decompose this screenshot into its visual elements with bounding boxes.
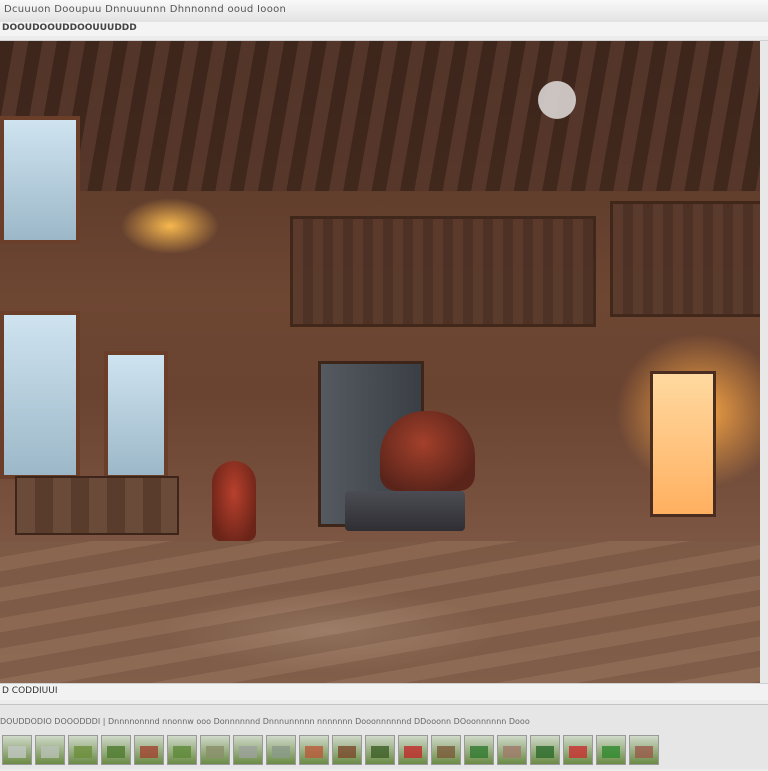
image-thumbnail[interactable] <box>464 735 494 765</box>
image-thumbnail[interactable] <box>200 735 230 765</box>
carved-wall-panel <box>290 216 596 327</box>
image-thumbnail[interactable] <box>2 735 32 765</box>
filmstrip: DOUDDODIO DOOODDDI | Dnnnnonnnd nnonnw o… <box>0 704 768 769</box>
red-figure <box>212 461 256 541</box>
ceiling-region <box>0 41 760 191</box>
image-thumbnail[interactable] <box>332 735 362 765</box>
image-thumbnail[interactable] <box>629 735 659 765</box>
title-bar: Dcuuuon Dooupuu Dnnuuunnn Dhnnonnd ooud … <box>0 0 768 23</box>
thumbnail-row <box>0 735 659 771</box>
image-thumbnail[interactable] <box>365 735 395 765</box>
path-label[interactable]: DOOUDOOUDDOOUUUDDD <box>2 23 137 33</box>
image-thumbnail[interactable] <box>266 735 296 765</box>
lower-window <box>0 311 80 479</box>
floor-region <box>0 541 760 683</box>
toolbar: DOOUDOOUDDOOUUUDDD <box>0 22 768 36</box>
filmstrip-caption: DOUDDODIO DOOODDDI | Dnnnnonnnd nnonnw o… <box>0 717 530 726</box>
image-viewer[interactable] <box>0 40 768 684</box>
image-thumbnail[interactable] <box>134 735 164 765</box>
ceiling-lamp <box>538 81 576 119</box>
image-thumbnail[interactable] <box>563 735 593 765</box>
wooden-counter <box>15 476 179 535</box>
image-thumbnail[interactable] <box>398 735 428 765</box>
image-thumbnail[interactable] <box>233 735 263 765</box>
image-thumbnail[interactable] <box>431 735 461 765</box>
image-thumbnail[interactable] <box>497 735 527 765</box>
image-thumbnail[interactable] <box>596 735 626 765</box>
image-thumbnail[interactable] <box>167 735 197 765</box>
image-thumbnail[interactable] <box>68 735 98 765</box>
lit-doorway <box>650 371 716 517</box>
status-bar: D CODDIUUI <box>0 684 768 700</box>
upper-window <box>0 116 80 244</box>
status-text: D CODDIUUI <box>2 686 58 696</box>
machine-base <box>345 491 465 531</box>
image-thumbnail[interactable] <box>530 735 560 765</box>
carved-wall-panel-right <box>610 201 760 317</box>
red-machine <box>380 411 475 491</box>
image-thumbnail[interactable] <box>35 735 65 765</box>
image-thumbnail[interactable] <box>299 735 329 765</box>
vertical-scrollbar[interactable] <box>760 41 768 683</box>
image-thumbnail[interactable] <box>101 735 131 765</box>
side-window <box>104 351 168 479</box>
main-image <box>0 41 760 683</box>
window-title: Dcuuuon Dooupuu Dnnuuunnn Dhnnonnd ooud … <box>4 4 287 15</box>
